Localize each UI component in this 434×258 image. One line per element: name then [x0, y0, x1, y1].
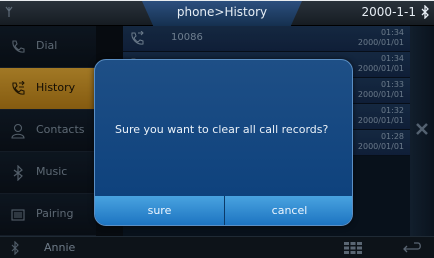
bottom-bar: Annie — [0, 236, 434, 258]
cancel-button[interactable]: cancel — [225, 196, 352, 225]
top-bar: phone>History 2000-1-1 — [0, 0, 434, 26]
confirm-dialog: Sure you want to clear all call records?… — [94, 59, 353, 226]
date-display: 2000-1-1 — [361, 5, 416, 19]
signal-icon — [5, 6, 13, 17]
dialog-button-row: sure cancel — [95, 196, 352, 225]
device-name: Annie — [44, 241, 76, 254]
dialog-message: Sure you want to clear all call records? — [115, 123, 329, 136]
bluetooth-icon — [11, 241, 19, 255]
top-edge-line — [0, 0, 434, 1]
sure-button[interactable]: sure — [95, 196, 224, 225]
bluetooth-icon — [421, 5, 429, 19]
keypad-icon[interactable] — [343, 241, 363, 255]
page-title: phone>History — [176, 5, 268, 19]
back-icon[interactable] — [400, 241, 422, 255]
